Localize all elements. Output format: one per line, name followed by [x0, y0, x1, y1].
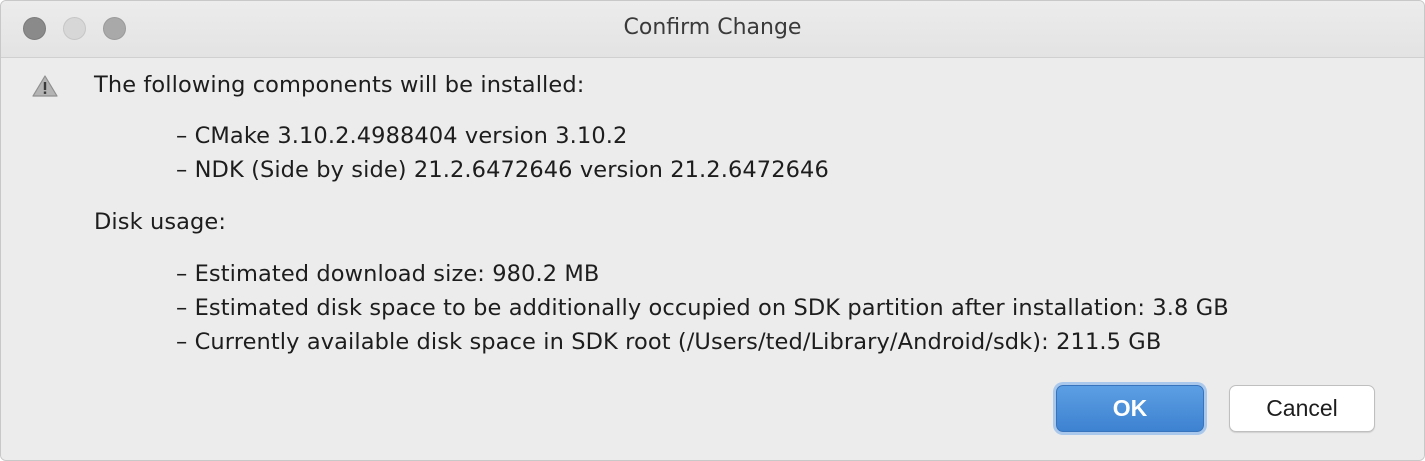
install-heading: The following components will be install…	[94, 72, 585, 98]
component-item: – NDK (Side by side) 21.2.6472646 versio…	[176, 157, 829, 183]
disk-usage-item: – Estimated download size: 980.2 MB	[176, 261, 600, 287]
cancel-button[interactable]: Cancel	[1229, 385, 1375, 432]
window-title: Confirm Change	[623, 15, 802, 40]
title-bar[interactable]: Confirm Change	[1, 1, 1424, 58]
component-item: – CMake 3.10.2.4988404 version 3.10.2	[176, 123, 628, 149]
disk-usage-item: – Estimated disk space to be additionall…	[176, 295, 1229, 321]
disk-usage-item: – Currently available disk space in SDK …	[176, 329, 1162, 355]
disk-usage-heading: Disk usage:	[94, 209, 227, 235]
ok-button[interactable]: OK	[1056, 385, 1204, 432]
dialog-content: The following components will be install…	[1, 58, 1424, 460]
warning-icon	[32, 75, 58, 97]
confirm-change-dialog: Confirm Change The following components …	[0, 0, 1425, 461]
